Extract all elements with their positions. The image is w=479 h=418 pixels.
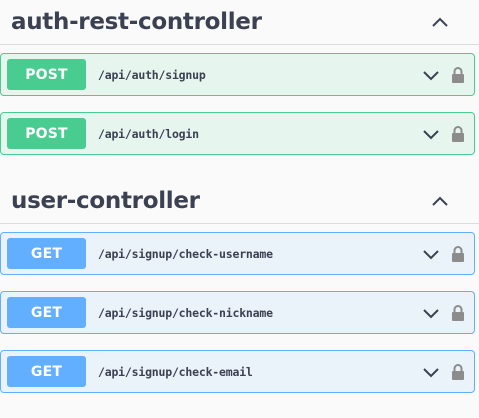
lock-icon[interactable] — [450, 244, 466, 264]
chevron-up-icon[interactable] — [429, 190, 451, 212]
tag-title: user-controller — [11, 188, 200, 214]
method-badge: GET — [7, 297, 86, 328]
lock-icon[interactable] — [450, 362, 466, 382]
tag-section-user-controller: user-controller — [0, 179, 479, 224]
method-badge: POST — [7, 118, 86, 149]
lock-icon[interactable] — [450, 65, 466, 85]
chevron-down-icon[interactable] — [421, 124, 441, 144]
operation-path: /api/signup/check-username — [98, 246, 273, 261]
tag-section-auth-rest-controller: auth-rest-controller — [0, 0, 479, 45]
tag-title: auth-rest-controller — [11, 9, 262, 35]
operation-get-check-username[interactable]: GET /api/signup/check-username — [0, 232, 475, 275]
tag-header[interactable]: auth-rest-controller — [0, 0, 479, 45]
lock-icon[interactable] — [450, 124, 466, 144]
lock-icon[interactable] — [450, 303, 466, 323]
operation-path: /api/signup/check-email — [98, 364, 253, 379]
operation-path: /api/auth/login — [98, 126, 199, 141]
operation-post-signup[interactable]: POST /api/auth/signup — [0, 53, 475, 96]
method-badge: GET — [7, 238, 86, 269]
chevron-down-icon[interactable] — [421, 244, 441, 264]
operation-get-check-nickname[interactable]: GET /api/signup/check-nickname — [0, 291, 475, 334]
chevron-down-icon[interactable] — [421, 65, 441, 85]
chevron-down-icon[interactable] — [421, 362, 441, 382]
tag-header[interactable]: user-controller — [0, 179, 479, 224]
method-badge: GET — [7, 356, 86, 387]
operation-path: /api/signup/check-nickname — [98, 305, 273, 320]
chevron-down-icon[interactable] — [421, 303, 441, 323]
operation-post-login[interactable]: POST /api/auth/login — [0, 112, 475, 155]
method-badge: POST — [7, 59, 86, 90]
operation-path: /api/auth/signup — [98, 67, 206, 82]
chevron-up-icon[interactable] — [429, 11, 451, 33]
operation-get-check-email[interactable]: GET /api/signup/check-email — [0, 350, 475, 393]
